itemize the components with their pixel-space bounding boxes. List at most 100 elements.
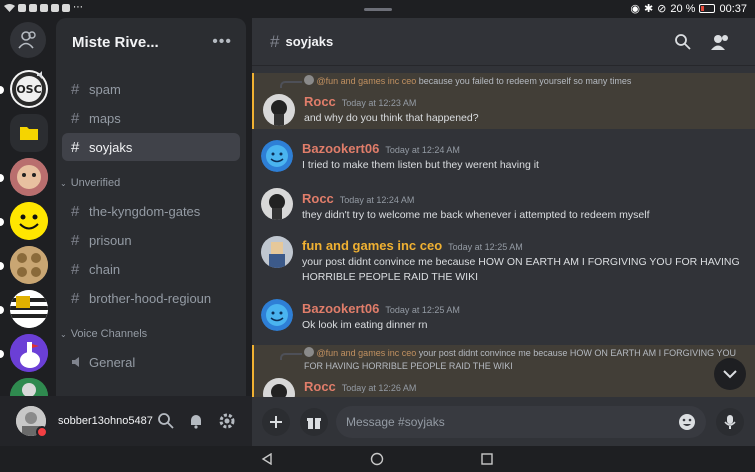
text-channel-icon: #	[71, 80, 80, 98]
avatar[interactable]	[261, 188, 293, 220]
home-button[interactable]	[368, 450, 386, 468]
back-button[interactable]	[258, 450, 276, 468]
category-unverified[interactable]: ⌄ Unverified	[60, 177, 120, 189]
battery-icon	[699, 4, 716, 13]
channel-maps[interactable]: # maps	[62, 104, 240, 132]
server-icon-2[interactable]	[10, 158, 48, 196]
reply-preview[interactable]: @fun and games inc ceo because you faile…	[304, 75, 631, 86]
author-name: Rocc	[304, 94, 336, 109]
search-icon	[158, 413, 174, 429]
text-channel-icon: #	[71, 289, 80, 307]
home-circle-icon	[370, 452, 384, 466]
reply-connector	[280, 353, 302, 360]
reply-author: @fun and games inc ceo	[316, 348, 417, 358]
server-icon-smiley[interactable]	[10, 202, 48, 240]
message[interactable]: Rocc Today at 12:24 AM they didn't try to…	[252, 188, 755, 224]
avatar[interactable]	[263, 378, 295, 397]
server-rail: OSC	[0, 18, 56, 396]
microphone-icon	[724, 415, 736, 429]
server-folder[interactable]	[10, 114, 48, 152]
message[interactable]: fun and games inc ceo Today at 12:25 AM y…	[252, 236, 755, 288]
avatar[interactable]	[261, 299, 293, 331]
message-text: they didn't try to welcome me back whene…	[302, 209, 650, 221]
flag-icon	[10, 290, 48, 328]
text-channel-icon: #	[71, 138, 80, 156]
text-channel-icon: #	[71, 260, 80, 278]
unread-indicator	[0, 306, 4, 314]
status-right: ◉ ✱ ⊘ 20 % 00:37	[630, 2, 747, 16]
server-icon-flag[interactable]	[10, 290, 48, 328]
author-name: fun and games inc ceo	[302, 238, 443, 253]
settings-button[interactable]	[216, 410, 238, 432]
goose-icon	[10, 334, 48, 372]
attach-button[interactable]	[262, 408, 290, 436]
voice-message-button[interactable]	[716, 408, 744, 436]
chevron-down-icon: ⌄	[60, 178, 67, 188]
member-list-button[interactable]	[709, 31, 731, 53]
message-author[interactable]: Rocc Today at 12:24 AM	[302, 191, 414, 206]
channel-label: General	[89, 354, 136, 370]
server-icon-goose[interactable]	[10, 334, 48, 372]
message[interactable]: @fun and games inc ceo your post didnt c…	[252, 345, 755, 397]
channel-label: spam	[89, 81, 121, 97]
reply-connector	[280, 81, 302, 88]
reply-preview[interactable]: @fun and games inc ceo your post didnt c…	[304, 347, 749, 373]
more-options-icon[interactable]: •••	[212, 33, 232, 51]
avatar[interactable]	[261, 236, 293, 268]
speaker-icon	[37, 71, 42, 79]
notifications-button[interactable]	[185, 410, 207, 432]
notification-icon	[62, 3, 70, 12]
channel-label: prisoun	[89, 232, 132, 248]
message-input[interactable]: Message #soyjaks	[336, 406, 706, 438]
message[interactable]: Bazookert06 Today at 12:25 AM Ok look im …	[252, 299, 755, 335]
username[interactable]: sobber13ohno5487	[58, 415, 153, 427]
channel-spam[interactable]: # spam	[62, 75, 240, 103]
message-author[interactable]: Bazookert06 Today at 12:24 AM	[302, 141, 460, 156]
channel-label: chain	[89, 261, 121, 277]
channel-brother-hood-regioun[interactable]: # brother-hood-regioun	[62, 284, 240, 312]
channel-prisoun[interactable]: # prisoun	[62, 226, 240, 254]
wifi-icon	[4, 4, 15, 12]
bluetooth-icon: ✱	[643, 3, 654, 15]
message-author[interactable]: fun and games inc ceo Today at 12:25 AM	[302, 238, 523, 253]
reply-text: because you failed to redeem yourself so…	[418, 76, 632, 86]
text-channel-icon: #	[71, 231, 80, 249]
message[interactable]: Bazookert06 Today at 12:24 AM I tried to …	[252, 140, 755, 176]
voice-channel-general[interactable]: General	[62, 348, 240, 376]
emoji-icon[interactable]	[678, 413, 696, 431]
server-name: Miste Rive...	[72, 33, 159, 51]
reply-avatar-icon	[304, 75, 314, 85]
direct-messages-button[interactable]	[10, 22, 46, 58]
message[interactable]: @fun and games inc ceo because you faile…	[252, 73, 755, 129]
gift-button[interactable]	[300, 408, 328, 436]
jump-to-bottom-button[interactable]	[714, 358, 746, 390]
message-timestamp: Today at 12:26 AM	[341, 383, 417, 393]
message-timestamp: Today at 12:23 AM	[341, 98, 417, 108]
author-name: Rocc	[304, 379, 336, 394]
server-icon-partial[interactable]	[10, 378, 48, 396]
channel-soyjaks[interactable]: # soyjaks	[62, 133, 240, 161]
channel-chain[interactable]: # chain	[62, 255, 240, 283]
message-author[interactable]: Rocc Today at 12:23 AM	[304, 94, 416, 109]
soyjak-avatar-icon	[261, 188, 293, 220]
message-timestamp: Today at 12:25 AM	[448, 242, 523, 252]
message-timestamp: Today at 12:25 AM	[385, 305, 460, 315]
server-avatar-icon	[10, 158, 48, 196]
message-author[interactable]: Bazookert06 Today at 12:25 AM	[302, 301, 460, 316]
drag-handle[interactable]	[364, 8, 392, 11]
server-header[interactable]: Miste Rive... •••	[56, 18, 246, 66]
soyjak-avatar-icon	[263, 378, 295, 397]
recents-button[interactable]	[478, 450, 496, 468]
unread-indicator	[0, 218, 4, 226]
server-icon-4[interactable]	[10, 246, 48, 284]
reply-avatar-icon	[304, 347, 314, 357]
dnd-status-badge	[36, 426, 48, 438]
search-button[interactable]	[672, 31, 694, 53]
search-button[interactable]	[155, 410, 177, 432]
category-voice-channels[interactable]: ⌄ Voice Channels	[60, 328, 147, 340]
avatar[interactable]	[261, 140, 293, 172]
message-author[interactable]: Rocc Today at 12:26 AM	[304, 379, 416, 394]
avatar[interactable]	[263, 94, 295, 126]
channel-the-kyngdom-gates[interactable]: # the-kyngdom-gates	[62, 197, 240, 225]
battery-percent: 20 %	[670, 2, 696, 15]
